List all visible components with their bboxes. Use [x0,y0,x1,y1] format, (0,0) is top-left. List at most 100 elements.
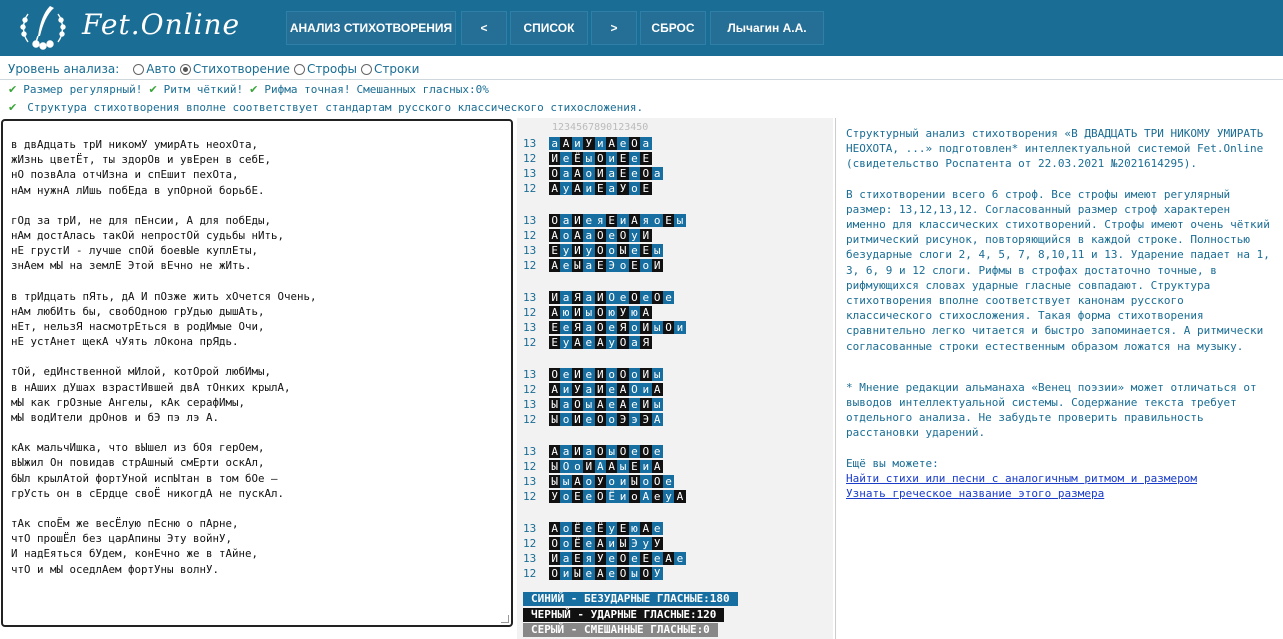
unstressed-vowel-cell: а [583,320,595,334]
unstressed-vowel-cell: э [628,413,641,427]
stressed-vowel-cell: О [617,444,629,458]
unstressed-vowel-cell: е [674,551,686,565]
nav-next-button[interactable]: > [591,11,637,45]
level-radio-auto[interactable]: Авто [133,62,176,76]
unstressed-vowel-cell: е [605,382,618,396]
stressed-vowel-cell: У [651,536,663,550]
resize-handle-icon[interactable] [501,615,509,623]
syllable-count: 12 [523,413,537,427]
unstressed-vowel-cell: ю [628,305,641,319]
unstressed-vowel-cell: у [560,182,572,196]
poem-line: мЫ как грОзные Ангелы, кАк серафИмы, [11,395,246,409]
stressed-vowel-cell: А [640,305,652,319]
stressed-vowel-cell: А [571,336,584,350]
unstressed-vowel-cell: а [583,228,595,242]
unstressed-vowel-cell: О [605,290,618,304]
unstressed-vowel-cell: о [628,320,641,334]
stressed-vowel-cell: О [549,213,561,227]
unstressed-vowel-cell: а [549,136,561,150]
level-radio-lines[interactable]: Строки [361,62,419,76]
greek-meter-name-link[interactable]: Узнать греческое название этого размера [846,486,1273,501]
status-size: Размер регулярный! [23,82,143,96]
unstressed-vowel-cell: и [583,182,595,196]
poem-line: грУсть он в сЕрдце своЁ никогдА не пускА… [11,486,285,500]
unstressed-vowel-cell: а [583,290,595,304]
vowel-row: 12 Ау Аи Еа Уо Е [523,182,652,196]
unstressed-vowel-cell: е [605,320,618,334]
poem-line: нАм достАлась такОй непростОй судьбы нИт… [11,229,285,243]
status-structure: Структура стихотворения вполне соответст… [27,100,644,114]
stressed-vowel-cell: Э [640,413,652,427]
status-line-structure: ✔ Структура стихотворения вполне соответ… [8,99,643,115]
vowel-cells: ИаЕяУеОеЕеАе [549,551,686,565]
find-similar-link[interactable]: Найти стихи или песни с аналогичным ритм… [846,471,1273,486]
level-radio-stanzas[interactable]: Строфы [293,62,357,76]
unstressed-vowel-cell: е [662,474,675,488]
stressed-vowel-cell: Ё [571,536,584,550]
stressed-vowel-cell: А [617,397,629,411]
stressed-vowel-cell: О [594,228,606,242]
stressed-vowel-cell: А [640,521,652,535]
syllable-count: 12 [523,490,537,504]
stressed-vowel-cell: Е [617,151,629,165]
stressed-vowel-cell: Е [628,459,641,473]
nav-reset-button[interactable]: СБРОС [640,11,706,45]
radio-circle[interactable] [179,63,191,75]
nav-poem-analysis-button[interactable]: АНАЛИЗ СТИХОТВОРЕНИЯ [286,11,456,45]
unstressed-vowel-cell: о [605,474,618,488]
radio-circle[interactable] [133,63,145,75]
unstressed-vowel-cell: о [617,259,629,273]
stressed-vowel-cell: О [594,444,606,458]
unstressed-vowel-cell: ы [628,567,641,581]
stressed-vowel-cell: Е [617,521,629,535]
stressed-vowel-cell: А [571,228,584,242]
vowel-cells: ЕеЯаОеЯоИыОи [549,320,686,334]
vowel-cells: ИаЯаИОеОеОе [549,290,675,304]
nav-list-button[interactable]: СПИСОК [510,11,588,45]
unstressed-vowel-cell: о [571,459,584,473]
stressed-vowel-cell: Е [549,243,561,257]
poem-line: тОй, едИнственной мИлой, котОрой любИмы, [11,365,272,379]
unstressed-vowel-cell: е [583,536,595,550]
stressed-vowel-cell: И [583,459,595,473]
stressed-vowel-cell: А [605,459,618,473]
poem-line: нАм любИть бы, свобОдною грУдью дышАть, [11,304,265,318]
stressed-vowel-cell: Е [640,551,652,565]
stressed-vowel-cell: А [605,136,618,150]
unstressed-vowel-cell: е [583,567,595,581]
unstressed-vowel-cell: е [605,228,618,242]
syllable-count: 12 [523,182,537,196]
unstressed-vowel-cell: О [628,382,641,396]
nav-prev-button[interactable]: < [461,11,507,45]
poem-textarea[interactable]: в двАдцать трИ никомУ умирАть неохОта, жИ… [1,119,513,627]
stressed-vowel-cell: О [617,567,629,581]
poem-line: жИзнь цветЁт, ты здорОв и увЕрен в себЕ, [11,153,272,167]
status-line-metrics: ✔ Размер регулярный! ✔ Ритм чёткий! ✔ Ри… [8,81,489,97]
stressed-vowel-cell: Ы [549,397,561,411]
unstressed-vowel-cell: о [560,228,572,242]
nav-user-button[interactable]: Лычагин А.А. [710,11,824,45]
syllable-count: 12 [523,459,537,473]
brand-title[interactable]: Fet.Online [82,8,240,41]
level-radio-poem[interactable]: Стихотворение [179,62,290,76]
syllable-count: 13 [523,474,537,488]
vowel-cells: АуАиЕаУоЕ [549,182,652,196]
unstressed-vowel-cell: е [560,151,572,165]
unstressed-vowel-cell: а [560,213,572,227]
radio-circle[interactable] [293,63,305,75]
stressed-vowel-cell: Ы [549,459,561,473]
stressed-vowel-cell: И [549,551,561,565]
check-icon: ✔ [8,100,18,114]
stressed-vowel-cell: А [571,474,584,488]
vowel-row: 12 Ао Аа Ое Оу И [523,228,652,242]
unstressed-vowel-cell: о [560,521,572,535]
vowel-row: 13 Оа Ие я Еи Ая о Еы [523,213,686,227]
syllable-count: 12 [523,567,537,581]
unstressed-vowel-cell: а [583,259,595,273]
stressed-vowel-cell: А [571,182,584,196]
unstressed-vowel-cell: и [560,567,572,581]
poem-line: мЫ водИтели дрОнов и бЭ пэ лэ А. [11,411,220,425]
poem-stanza: тАк споЁм же весЁлую пЕсню о пАрне, чтО п… [11,516,503,577]
radio-circle[interactable] [361,63,372,75]
unstressed-vowel-cell: а [560,444,572,458]
